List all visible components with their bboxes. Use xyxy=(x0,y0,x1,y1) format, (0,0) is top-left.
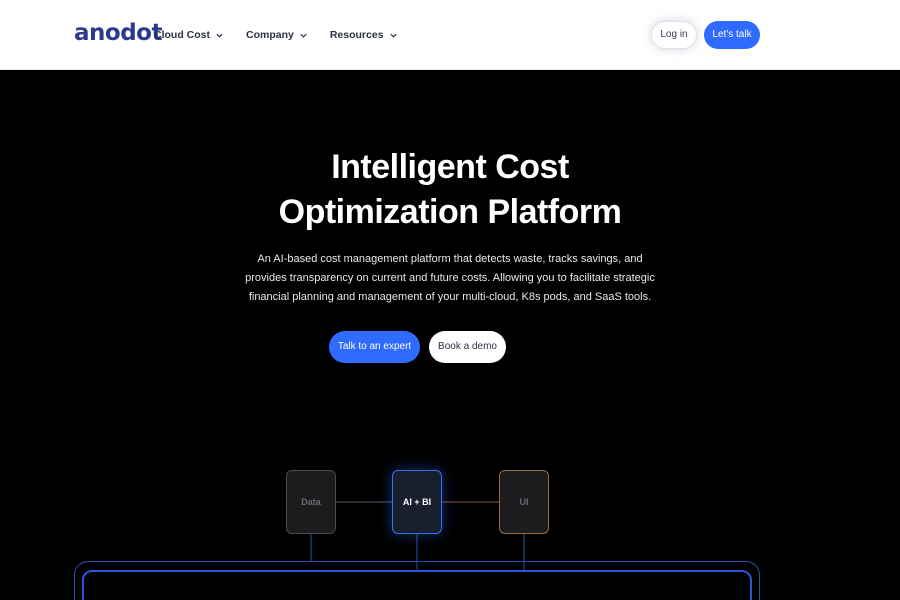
talk-to-expert-button[interactable]: Talk to an expert xyxy=(329,331,420,363)
top-navbar: anodot Cloud Cost Company Resources Log … xyxy=(0,0,900,70)
ui-node: UI xyxy=(499,470,549,534)
lets-talk-button[interactable]: Let's talk xyxy=(704,21,760,49)
hero-subtitle: An AI-based cost management platform tha… xyxy=(215,250,685,307)
nav-item-company[interactable]: Company xyxy=(246,29,308,41)
ai-bi-node: AI + BI xyxy=(392,470,442,534)
nav-item-label: Company xyxy=(246,29,294,41)
platform-frame-inner xyxy=(82,570,752,600)
data-node: Data xyxy=(286,470,336,534)
platform-diagram: Data AI + BI UI xyxy=(0,460,900,600)
title-line: Intelligent Cost xyxy=(331,148,569,186)
book-demo-button[interactable]: Book a demo xyxy=(429,331,506,363)
nav-item-label: Resources xyxy=(329,29,384,41)
page-title: Intelligent Cost Optimization Platform xyxy=(0,145,900,235)
anodot-logo[interactable]: anodot xyxy=(74,20,162,46)
nav-item-resources[interactable]: Resources xyxy=(330,29,398,41)
title-line: Optimization Platform xyxy=(278,193,622,231)
chevron-down-icon xyxy=(216,33,223,38)
nav-item-label: Cloud Cost xyxy=(154,29,210,41)
subtitle-line: An AI-based cost management platform tha… xyxy=(257,253,643,265)
main-nav: Cloud Cost Company Resources xyxy=(154,0,420,70)
chevron-down-icon xyxy=(300,33,307,38)
nav-item-cloud-cost[interactable]: Cloud Cost xyxy=(154,29,224,41)
chevron-down-icon xyxy=(389,33,397,38)
subtitle-line: provides transparency on current and fut… xyxy=(245,272,655,284)
subtitle-line: financial planning and management of you… xyxy=(248,291,652,303)
login-button[interactable]: Log in xyxy=(651,21,697,49)
